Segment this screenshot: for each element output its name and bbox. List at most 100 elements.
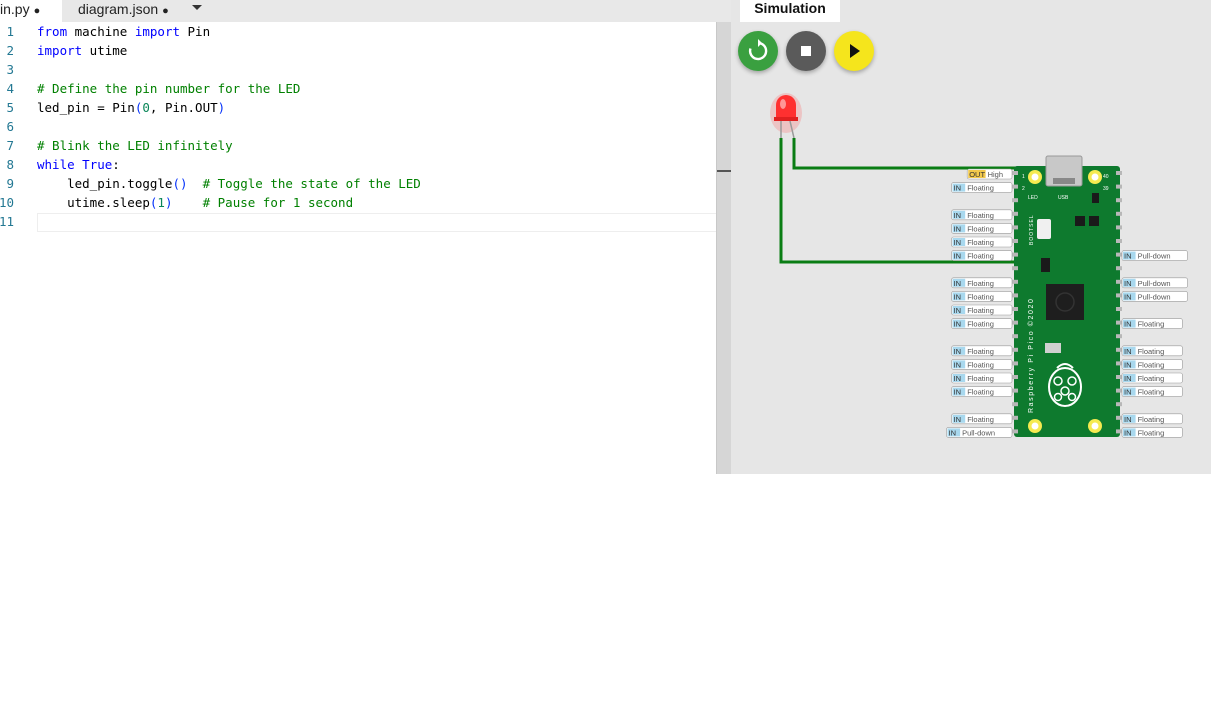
- restart-button[interactable]: [738, 31, 778, 71]
- pin-state-badge: IN Floating: [1121, 372, 1183, 384]
- pin-state-text: Floating: [967, 184, 994, 193]
- pin-state-badge: IN Floating: [951, 318, 1013, 329]
- pin-mode-text: IN: [954, 320, 962, 329]
- pin-state-badge: IN Pull-down: [1121, 277, 1188, 289]
- pin-mode-text: IN: [954, 415, 962, 424]
- code-line: led_pin = Pin(0, Pin.OUT): [37, 100, 226, 115]
- code-line: while True:: [37, 157, 120, 172]
- pin-state-badge: OUT High: [966, 168, 1013, 180]
- pin-state-badge: IN Floating: [1121, 427, 1183, 438]
- pin-mode-text: IN: [954, 347, 962, 356]
- simulation-panel[interactable]: Simulation Raspberry Pi Pico ©2020 BOOTS…: [731, 0, 1211, 474]
- pin-mode-text: IN: [1124, 279, 1132, 288]
- current-line-highlight: [37, 213, 731, 232]
- header-pin: [1012, 198, 1018, 203]
- pin-state-text: Floating: [967, 252, 994, 261]
- pin-mode-text: IN: [954, 238, 962, 247]
- pin-state-text: Floating: [967, 415, 994, 424]
- header-pin: [1116, 307, 1122, 311]
- pin-mode-text: IN: [1124, 388, 1132, 397]
- header-pin: [1116, 415, 1122, 420]
- tab-simulation[interactable]: Simulation: [740, 0, 840, 22]
- play-button[interactable]: [834, 31, 874, 71]
- pin-state-badge: IN Floating: [951, 291, 1013, 302]
- header-pin: [1116, 320, 1122, 325]
- pin-state-text: Floating: [1138, 320, 1165, 329]
- bootsel-label: BOOTSEL: [1029, 214, 1035, 245]
- pin-state-badge: IN Floating: [1121, 359, 1183, 370]
- board-silkscreen-text: Raspberry Pi Pico ©2020: [1027, 298, 1035, 414]
- pin2-label: 2: [1022, 186, 1025, 192]
- tab-main-py[interactable]: in.py ●: [0, 0, 62, 22]
- pin-state-badge: IN Floating: [1121, 318, 1183, 329]
- header-pin: [1012, 402, 1018, 407]
- pin-mode-text: IN: [1124, 428, 1132, 437]
- pin-state-text: Floating: [1138, 428, 1165, 437]
- pin-state-badge: IN Floating: [1121, 413, 1183, 425]
- header-pin: [1116, 279, 1122, 284]
- code-area[interactable]: 1 2 3 4 5 6 7 8 9 10 11 from machine imp…: [0, 22, 731, 474]
- header-pin: [1116, 334, 1122, 339]
- pin-state-badge: IN Floating: [1121, 386, 1183, 397]
- header-pin: [1116, 429, 1122, 434]
- header-pin: [1116, 225, 1122, 230]
- pin-state-badge: IN Pull-down: [1121, 250, 1188, 261]
- header-pin: [1012, 320, 1018, 325]
- tab-diagram-json[interactable]: diagram.json ●: [78, 0, 169, 22]
- header-pin: [1116, 388, 1122, 393]
- pin-mode-text: IN: [1124, 292, 1132, 301]
- header-pin: [1012, 415, 1018, 420]
- pin-state-badge: IN Floating: [951, 372, 1013, 384]
- pin-state-text: Floating: [967, 292, 994, 301]
- header-pin: [1116, 402, 1122, 407]
- line-number: 5: [6, 100, 14, 115]
- header-pin: [1116, 239, 1122, 243]
- pin-state-badge: IN Floating: [951, 345, 1013, 357]
- pin-state-text: Floating: [1138, 415, 1165, 424]
- stop-button[interactable]: [786, 31, 826, 71]
- pin-state-text: Pull-down: [962, 428, 995, 437]
- line-number: 7: [6, 138, 14, 153]
- header-pin: [1012, 361, 1018, 366]
- header-pin: [1012, 429, 1018, 434]
- pin-state-badge: IN Pull-down: [1121, 291, 1188, 302]
- header-pin: [1012, 388, 1018, 393]
- pin-mode-text: IN: [954, 292, 962, 301]
- modified-indicator: ●: [33, 5, 41, 17]
- header-pin: [1116, 252, 1122, 257]
- pin-mode-text: OUT: [969, 170, 985, 179]
- editor-tab-bar: in.py ● diagram.json ●: [0, 0, 731, 22]
- header-pin: [1012, 307, 1018, 311]
- line-number: 2: [6, 43, 14, 58]
- scrollbar-cursor-marker: [717, 170, 732, 172]
- led-label: LED: [1028, 195, 1038, 201]
- pin-state-text: Pull-down: [1138, 292, 1171, 301]
- pin-state-text: Floating: [967, 306, 994, 315]
- pin-state-text: Floating: [967, 374, 994, 383]
- pin-state-text: Floating: [967, 388, 994, 397]
- restart-icon: [748, 39, 768, 61]
- header-pin: [1012, 266, 1018, 271]
- header-pin: [1116, 375, 1122, 379]
- pin-mode-text: IN: [954, 374, 962, 383]
- line-number: 3: [6, 62, 14, 77]
- header-pin: [1012, 293, 1018, 298]
- pin-mode-text: IN: [1124, 360, 1132, 369]
- chevron-down-icon[interactable]: [190, 0, 204, 18]
- tab-label: in.py: [0, 1, 30, 17]
- pin-mode-text: IN: [954, 306, 962, 315]
- pin-state-text: Floating: [967, 211, 994, 220]
- editor-scrollbar[interactable]: [716, 22, 732, 474]
- pin-state-badge: IN Floating: [951, 304, 1013, 316]
- pin-state-text: Floating: [967, 320, 994, 329]
- header-pin: [1116, 184, 1122, 189]
- header-pin: [1012, 375, 1018, 379]
- pin-mode-text: IN: [1124, 320, 1132, 329]
- pin-state-badge: IN Floating: [951, 209, 1013, 221]
- code-editor[interactable]: in.py ● diagram.json ● 1 2 3 4 5 6 7 8 9 1…: [0, 0, 731, 474]
- header-pin: [1116, 171, 1122, 175]
- pin-state-badge: IN Floating: [951, 182, 1013, 193]
- header-pin: [1116, 293, 1122, 298]
- pin-state-text: Floating: [1138, 360, 1165, 369]
- pin-mode-text: IN: [954, 388, 962, 397]
